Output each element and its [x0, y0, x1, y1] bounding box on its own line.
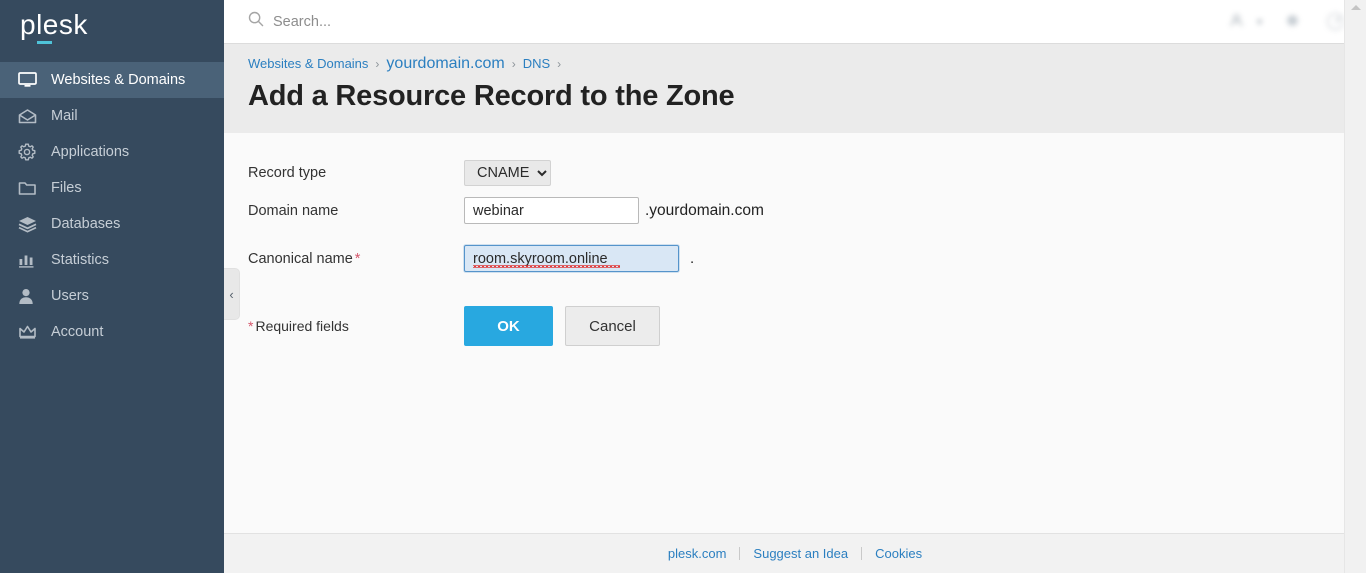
sidebar-item-label: Databases: [51, 216, 121, 232]
breadcrumb-separator: ›: [511, 57, 516, 71]
topbar-account-area: ▼: [1230, 13, 1344, 30]
search-box[interactable]: [248, 11, 1230, 32]
envelope-icon: [18, 107, 40, 125]
chevron-left-icon: ‹: [229, 286, 234, 302]
plesk-logo-accent-underline: [37, 41, 52, 44]
form-actions-row: * Required fields OK Cancel: [248, 306, 1342, 346]
help-circle-icon[interactable]: [1327, 13, 1344, 30]
record-type-label: Record type: [248, 165, 327, 181]
sidebar-item-label: Applications: [51, 144, 130, 160]
sidebar-item-websites-and-domains[interactable]: Websites & Domains: [0, 62, 224, 98]
record-type-field: AAAAACNAMEMXNSPTRTXTSRV: [464, 160, 1342, 186]
person-icon: [18, 287, 40, 305]
topbar: ▼: [224, 0, 1366, 44]
user-menu[interactable]: ▼: [1230, 13, 1264, 30]
domain-name-input[interactable]: [464, 197, 639, 224]
form-row-domain-name: Domain name .yourdomain.com: [248, 197, 1342, 224]
plesk-logo: plesk: [20, 11, 88, 45]
required-fields-text: Required fields: [255, 318, 349, 334]
scrollbar-up-arrow-icon[interactable]: [1351, 3, 1361, 11]
person-icon: [1230, 13, 1243, 30]
monitor-icon: [18, 71, 40, 89]
record-type-select[interactable]: AAAAACNAMEMXNSPTRTXTSRV: [464, 160, 551, 186]
breadcrumb-item-dns[interactable]: DNS: [523, 56, 550, 71]
ok-button[interactable]: OK: [464, 306, 553, 346]
breadcrumb-separator: ›: [557, 57, 562, 71]
sidebar-item-databases[interactable]: Databases: [0, 206, 224, 242]
required-asterisk: *: [354, 250, 361, 267]
footer-link-cookies[interactable]: Cookies: [862, 546, 935, 561]
chevron-down-icon: ▼: [1255, 16, 1264, 27]
breadcrumb-item-websites-and-domains[interactable]: Websites & Domains: [248, 56, 368, 71]
sidebar-collapse-handle[interactable]: ‹: [224, 268, 240, 320]
globe-icon: [1286, 14, 1299, 30]
sidebar-item-account[interactable]: Account: [0, 314, 224, 350]
footer-link-plesk-com[interactable]: plesk.com: [655, 546, 740, 561]
sidebar-item-statistics[interactable]: Statistics: [0, 242, 224, 278]
brand-logo-area[interactable]: plesk: [0, 0, 224, 56]
sidebar-item-applications[interactable]: Applications: [0, 134, 224, 170]
form-row-canonical-name: Canonical name* .: [248, 245, 1342, 272]
canonical-name-input-wrapper: [464, 245, 679, 272]
page-header-band: Websites & Domains › yourdomain.com › DN…: [224, 44, 1366, 133]
required-asterisk: *: [248, 318, 254, 334]
domain-name-label: Domain name: [248, 202, 339, 219]
footer: plesk.com Suggest an Idea Cookies: [224, 533, 1366, 573]
sidebar-item-files[interactable]: Files: [0, 170, 224, 206]
plesk-logo-text: plesk: [20, 9, 88, 40]
sidebar-item-label: Users: [51, 288, 89, 304]
sidebar-item-mail[interactable]: Mail: [0, 98, 224, 134]
page-title: Add a Resource Record to the Zone: [248, 80, 735, 112]
domain-name-field: .yourdomain.com: [464, 197, 1342, 224]
bar-chart-icon: [18, 251, 40, 269]
form-content-area: Record type AAAAACNAMEMXNSPTRTXTSRV Doma…: [224, 133, 1366, 533]
search-input[interactable]: [273, 13, 593, 30]
plesk-application-window: plesk Websites & Domains Mail Applicatio…: [0, 0, 1366, 573]
canonical-name-suffix: .: [690, 250, 695, 267]
required-fields-note: * Required fields: [248, 318, 464, 334]
sidebar: plesk Websites & Domains Mail Applicatio…: [0, 0, 224, 573]
canonical-name-field: .: [464, 245, 1342, 272]
domain-name-suffix: .yourdomain.com: [645, 201, 764, 219]
breadcrumb: Websites & Domains › yourdomain.com › DN…: [248, 55, 1342, 75]
sidebar-item-label: Files: [51, 180, 82, 196]
search-icon: [248, 11, 264, 32]
page-scrollbar[interactable]: [1344, 0, 1366, 573]
sidebar-nav: Websites & Domains Mail Applications Fil…: [0, 62, 224, 350]
canonical-name-input[interactable]: [464, 245, 679, 272]
footer-link-suggest-an-idea[interactable]: Suggest an Idea: [740, 546, 861, 561]
crown-icon: [18, 323, 40, 341]
sidebar-item-users[interactable]: Users: [0, 278, 224, 314]
domain-menu[interactable]: [1286, 14, 1305, 30]
main-area: ▼ Websites & Domains › yourdomain.co: [224, 0, 1366, 573]
cancel-button[interactable]: Cancel: [565, 306, 660, 346]
canonical-name-label-text: Canonical name: [248, 250, 353, 267]
button-group: OK Cancel: [464, 306, 660, 346]
database-layers-icon: [18, 215, 40, 233]
folder-icon: [18, 179, 40, 197]
form-row-record-type: Record type AAAAACNAMEMXNSPTRTXTSRV: [248, 160, 1342, 186]
sidebar-item-label: Websites & Domains: [51, 72, 186, 88]
breadcrumb-item-yourdomain[interactable]: yourdomain.com: [386, 55, 504, 73]
gear-icon: [18, 143, 40, 161]
canonical-name-label: Canonical name *: [248, 251, 464, 267]
sidebar-item-label: Mail: [51, 108, 78, 124]
breadcrumb-separator: ›: [375, 57, 380, 71]
sidebar-item-label: Account: [51, 324, 104, 340]
sidebar-item-label: Statistics: [51, 252, 110, 268]
